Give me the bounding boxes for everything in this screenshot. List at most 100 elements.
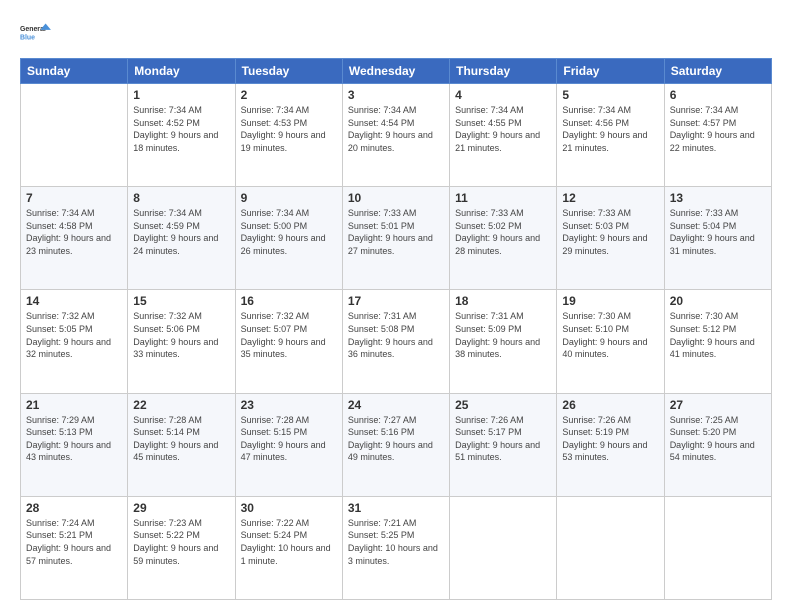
- week-row-4: 21Sunrise: 7:29 AMSunset: 5:13 PMDayligh…: [21, 393, 772, 496]
- day-number: 12: [562, 191, 658, 205]
- day-number: 23: [241, 398, 337, 412]
- weekday-header-row: SundayMondayTuesdayWednesdayThursdayFrid…: [21, 59, 772, 84]
- day-info: Sunrise: 7:30 AMSunset: 5:12 PMDaylight:…: [670, 310, 766, 360]
- day-number: 13: [670, 191, 766, 205]
- day-number: 11: [455, 191, 551, 205]
- day-cell: 1Sunrise: 7:34 AMSunset: 4:52 PMDaylight…: [128, 84, 235, 187]
- day-number: 7: [26, 191, 122, 205]
- day-info: Sunrise: 7:34 AMSunset: 4:59 PMDaylight:…: [133, 207, 229, 257]
- weekday-header-wednesday: Wednesday: [342, 59, 449, 84]
- day-info: Sunrise: 7:34 AMSunset: 4:58 PMDaylight:…: [26, 207, 122, 257]
- day-cell: 9Sunrise: 7:34 AMSunset: 5:00 PMDaylight…: [235, 187, 342, 290]
- day-cell: 23 Sunrise: 7:28 AMSunset: 5:15 PMDayligh…: [235, 393, 342, 496]
- day-info: Sunrise: 7:32 AMSunset: 5:07 PMDaylight:…: [241, 310, 337, 360]
- calendar-table: SundayMondayTuesdayWednesdayThursdayFrid…: [20, 58, 772, 600]
- day-cell: [664, 496, 771, 599]
- day-cell: 12 Sunrise: 7:33 AMSunset: 5:03 PMDayligh…: [557, 187, 664, 290]
- day-info: Sunrise: 7:26 AMSunset: 5:17 PMDaylight:…: [455, 414, 551, 464]
- day-number: 29: [133, 501, 229, 515]
- day-cell: 28 Sunrise: 7:24 AMSunset: 5:21 PMDayligh…: [21, 496, 128, 599]
- day-info: Sunrise: 7:34 AMSunset: 4:56 PMDaylight:…: [562, 104, 658, 154]
- day-cell: 5 Sunrise: 7:34 AMSunset: 4:56 PMDaylight…: [557, 84, 664, 187]
- day-cell: [450, 496, 557, 599]
- day-number: 30: [241, 501, 337, 515]
- day-number: 27: [670, 398, 766, 412]
- logo-icon: GeneralBlue: [20, 16, 52, 48]
- day-info: Sunrise: 7:22 AMSunset: 5:24 PMDaylight:…: [241, 517, 337, 567]
- day-info: Sunrise: 7:28 AMSunset: 5:14 PMDaylight:…: [133, 414, 229, 464]
- day-number: 4: [455, 88, 551, 102]
- day-cell: 15 Sunrise: 7:32 AMSunset: 5:06 PMDayligh…: [128, 290, 235, 393]
- day-info: Sunrise: 7:34 AMSunset: 4:54 PMDaylight:…: [348, 104, 444, 154]
- day-info: Sunrise: 7:24 AMSunset: 5:21 PMDaylight:…: [26, 517, 122, 567]
- day-info: Sunrise: 7:28 AMSunset: 5:15 PMDaylight:…: [241, 414, 337, 464]
- weekday-header-monday: Monday: [128, 59, 235, 84]
- day-cell: 11 Sunrise: 7:33 AMSunset: 5:02 PMDayligh…: [450, 187, 557, 290]
- day-cell: 27 Sunrise: 7:25 AMSunset: 5:20 PMDayligh…: [664, 393, 771, 496]
- day-cell: 26 Sunrise: 7:26 AMSunset: 5:19 PMDayligh…: [557, 393, 664, 496]
- day-cell: 21Sunrise: 7:29 AMSunset: 5:13 PMDayligh…: [21, 393, 128, 496]
- day-cell: 19Sunrise: 7:30 AMSunset: 5:10 PMDayligh…: [557, 290, 664, 393]
- weekday-header-thursday: Thursday: [450, 59, 557, 84]
- day-info: Sunrise: 7:26 AMSunset: 5:19 PMDaylight:…: [562, 414, 658, 464]
- week-row-5: 28 Sunrise: 7:24 AMSunset: 5:21 PMDayligh…: [21, 496, 772, 599]
- day-info: Sunrise: 7:33 AMSunset: 5:03 PMDaylight:…: [562, 207, 658, 257]
- weekday-header-sunday: Sunday: [21, 59, 128, 84]
- week-row-3: 14 Sunrise: 7:32 AMSunset: 5:05 PMDayligh…: [21, 290, 772, 393]
- svg-text:Blue: Blue: [20, 34, 35, 41]
- day-number: 8: [133, 191, 229, 205]
- day-number: 20: [670, 294, 766, 308]
- day-number: 26: [562, 398, 658, 412]
- day-info: Sunrise: 7:30 AMSunset: 5:10 PMDaylight:…: [562, 310, 658, 360]
- day-cell: 25 Sunrise: 7:26 AMSunset: 5:17 PMDayligh…: [450, 393, 557, 496]
- day-info: Sunrise: 7:31 AMSunset: 5:08 PMDaylight:…: [348, 310, 444, 360]
- day-info: Sunrise: 7:34 AMSunset: 4:52 PMDaylight:…: [133, 104, 229, 154]
- day-info: Sunrise: 7:32 AMSunset: 5:05 PMDaylight:…: [26, 310, 122, 360]
- day-info: Sunrise: 7:31 AMSunset: 5:09 PMDaylight:…: [455, 310, 551, 360]
- day-cell: 6 Sunrise: 7:34 AMSunset: 4:57 PMDaylight…: [664, 84, 771, 187]
- logo: GeneralBlue: [20, 16, 52, 48]
- day-info: Sunrise: 7:33 AMSunset: 5:01 PMDaylight:…: [348, 207, 444, 257]
- day-info: Sunrise: 7:23 AMSunset: 5:22 PMDaylight:…: [133, 517, 229, 567]
- day-cell: [21, 84, 128, 187]
- day-cell: 13 Sunrise: 7:33 AMSunset: 5:04 PMDayligh…: [664, 187, 771, 290]
- day-info: Sunrise: 7:34 AMSunset: 5:00 PMDaylight:…: [241, 207, 337, 257]
- day-cell: 7 Sunrise: 7:34 AMSunset: 4:58 PMDaylight…: [21, 187, 128, 290]
- weekday-header-saturday: Saturday: [664, 59, 771, 84]
- day-cell: 31Sunrise: 7:21 AMSunset: 5:25 PMDayligh…: [342, 496, 449, 599]
- day-number: 25: [455, 398, 551, 412]
- day-cell: 22 Sunrise: 7:28 AMSunset: 5:14 PMDayligh…: [128, 393, 235, 496]
- day-number: 24: [348, 398, 444, 412]
- day-number: 31: [348, 501, 444, 515]
- day-info: Sunrise: 7:34 AMSunset: 4:53 PMDaylight:…: [241, 104, 337, 154]
- day-number: 18: [455, 294, 551, 308]
- day-number: 10: [348, 191, 444, 205]
- day-number: 5: [562, 88, 658, 102]
- day-info: Sunrise: 7:32 AMSunset: 5:06 PMDaylight:…: [133, 310, 229, 360]
- day-number: 14: [26, 294, 122, 308]
- day-cell: 24 Sunrise: 7:27 AMSunset: 5:16 PMDayligh…: [342, 393, 449, 496]
- day-number: 17: [348, 294, 444, 308]
- day-info: Sunrise: 7:25 AMSunset: 5:20 PMDaylight:…: [670, 414, 766, 464]
- day-info: Sunrise: 7:33 AMSunset: 5:04 PMDaylight:…: [670, 207, 766, 257]
- day-number: 6: [670, 88, 766, 102]
- week-row-1: 1Sunrise: 7:34 AMSunset: 4:52 PMDaylight…: [21, 84, 772, 187]
- weekday-header-tuesday: Tuesday: [235, 59, 342, 84]
- day-info: Sunrise: 7:33 AMSunset: 5:02 PMDaylight:…: [455, 207, 551, 257]
- week-row-2: 7 Sunrise: 7:34 AMSunset: 4:58 PMDaylight…: [21, 187, 772, 290]
- header: GeneralBlue: [20, 16, 772, 48]
- day-number: 16: [241, 294, 337, 308]
- day-number: 22: [133, 398, 229, 412]
- day-cell: 14 Sunrise: 7:32 AMSunset: 5:05 PMDayligh…: [21, 290, 128, 393]
- day-number: 28: [26, 501, 122, 515]
- day-info: Sunrise: 7:34 AMSunset: 4:57 PMDaylight:…: [670, 104, 766, 154]
- day-cell: 4Sunrise: 7:34 AMSunset: 4:55 PMDaylight…: [450, 84, 557, 187]
- day-cell: 8 Sunrise: 7:34 AMSunset: 4:59 PMDaylight…: [128, 187, 235, 290]
- day-cell: 16 Sunrise: 7:32 AMSunset: 5:07 PMDayligh…: [235, 290, 342, 393]
- day-cell: 30 Sunrise: 7:22 AMSunset: 5:24 PMDayligh…: [235, 496, 342, 599]
- day-info: Sunrise: 7:27 AMSunset: 5:16 PMDaylight:…: [348, 414, 444, 464]
- day-cell: 10 Sunrise: 7:33 AMSunset: 5:01 PMDayligh…: [342, 187, 449, 290]
- day-cell: 20 Sunrise: 7:30 AMSunset: 5:12 PMDayligh…: [664, 290, 771, 393]
- day-number: 15: [133, 294, 229, 308]
- day-number: 3: [348, 88, 444, 102]
